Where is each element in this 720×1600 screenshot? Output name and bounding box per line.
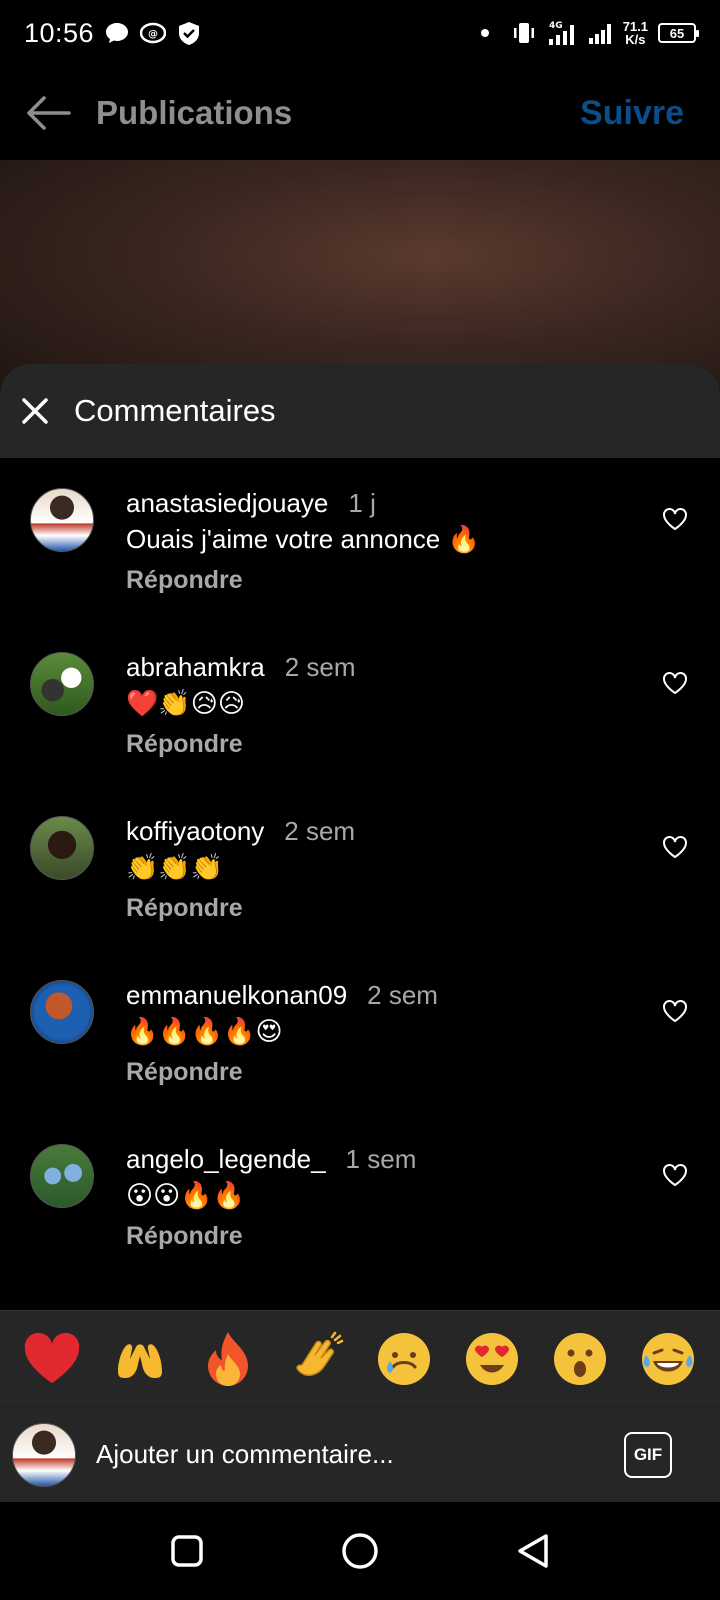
status-notification-icons: @	[104, 20, 202, 46]
chat-bubble-icon	[104, 20, 130, 46]
recent-apps-icon[interactable]	[157, 1521, 217, 1581]
comment-text: 🔥🔥🔥🔥😍	[126, 1016, 283, 1046]
close-icon[interactable]	[20, 396, 50, 426]
heart-icon[interactable]	[662, 1162, 690, 1190]
status-bar: 10:56 @ 4G 71.1 K/s 65	[0, 0, 720, 66]
reply-button[interactable]: Répondre	[126, 1058, 243, 1087]
reply-button[interactable]: Répondre	[126, 566, 243, 595]
sheet-header: Commentaires	[0, 364, 720, 458]
avatar[interactable]	[30, 652, 94, 716]
avatar	[12, 1422, 76, 1487]
comment-item: angelo_legende_ 1 sem 😮😮🔥🔥 Répondre	[0, 1114, 720, 1278]
reaction-fire-icon[interactable]	[196, 1327, 260, 1391]
reply-button[interactable]: Répondre	[126, 894, 243, 923]
comment-username[interactable]: koffiyaotony	[126, 816, 264, 846]
back-triangle-icon[interactable]	[503, 1521, 563, 1581]
comment-time: 2 sem	[284, 652, 356, 682]
avatar[interactable]	[30, 488, 94, 552]
svg-text:@: @	[148, 29, 158, 40]
comment-time: 2 sem	[367, 980, 438, 1010]
reaction-laughing-face-icon[interactable]	[636, 1327, 700, 1391]
reaction-crying-face-icon[interactable]	[372, 1327, 436, 1391]
comment-text: ❤️👏😥😥	[126, 688, 245, 718]
app-badge-icon: @	[140, 20, 167, 46]
comment-text: Ouais j'aime votre annonce 🔥	[126, 524, 480, 554]
home-icon[interactable]	[330, 1521, 390, 1581]
heart-icon[interactable]	[662, 998, 690, 1026]
comment-composer: GIF	[0, 1406, 720, 1502]
comment-item: emmanuelkonan09 2 sem 🔥🔥🔥🔥😍 Répondre	[0, 950, 720, 1114]
reaction-raised-hands-icon[interactable]	[108, 1327, 172, 1391]
comment-username[interactable]: abrahamkra	[126, 652, 265, 682]
sheet-title: Commentaires	[74, 393, 276, 428]
comment-time: 1 sem	[345, 1144, 417, 1174]
comment-item: abrahamkra 2 sem ❤️👏😥😥 Répondre	[0, 622, 720, 786]
emoji-reaction-bar	[0, 1310, 720, 1406]
status-system-icons: 4G 71.1 K/s 65	[480, 19, 699, 47]
heart-icon[interactable]	[662, 670, 690, 698]
reaction-heart-icon[interactable]	[20, 1327, 84, 1391]
reply-button[interactable]: Répondre	[126, 730, 243, 759]
shield-icon	[176, 20, 202, 46]
comment-text: 👏👏👏	[126, 852, 224, 882]
comment-time: 1 j	[348, 488, 376, 518]
comment-time: 2 sem	[284, 816, 356, 846]
avatar[interactable]	[30, 816, 94, 880]
reaction-heart-eyes-icon[interactable]	[460, 1327, 524, 1391]
comment-input[interactable]	[96, 1439, 596, 1470]
comment-username[interactable]: angelo_legende_	[126, 1144, 326, 1174]
comment-username[interactable]: emmanuelkonan09	[126, 980, 347, 1010]
status-time: 10:56	[24, 17, 95, 48]
net-speed: 71.1 K/s	[622, 19, 648, 47]
reaction-clapping-icon[interactable]	[284, 1327, 348, 1391]
avatar[interactable]	[30, 980, 94, 1044]
battery-icon: 65	[658, 23, 699, 43]
heart-icon[interactable]	[662, 834, 690, 862]
back-arrow-icon[interactable]	[24, 89, 72, 137]
system-nav-bar	[0, 1502, 720, 1600]
page-title: Publications	[96, 94, 293, 131]
avatar[interactable]	[30, 1144, 94, 1208]
reply-button[interactable]: Répondre	[126, 1222, 243, 1251]
comment-username[interactable]: anastasiedjouaye	[126, 488, 328, 518]
app-header: Publications Suivre	[0, 66, 720, 160]
dot-icon	[480, 29, 489, 37]
comment-text: 😮😮🔥🔥	[126, 1180, 245, 1210]
signal-icon	[587, 20, 613, 46]
heart-icon[interactable]	[662, 506, 690, 534]
comment-item: koffiyaotony 2 sem 👏👏👏 Répondre	[0, 786, 720, 950]
vibrate-icon	[511, 20, 537, 46]
follow-button[interactable]: Suivre	[580, 94, 684, 133]
comment-item: anastasiedjouaye 1 j Ouais j'aime votre a…	[0, 458, 720, 622]
gif-button[interactable]: GIF	[624, 1431, 672, 1478]
svg-text:4G: 4G	[549, 21, 563, 31]
reaction-surprised-face-icon[interactable]	[548, 1327, 612, 1391]
signal-4g-icon: 4G	[547, 20, 577, 46]
comment-list: anastasiedjouaye 1 j Ouais j'aime votre a…	[0, 458, 720, 1278]
